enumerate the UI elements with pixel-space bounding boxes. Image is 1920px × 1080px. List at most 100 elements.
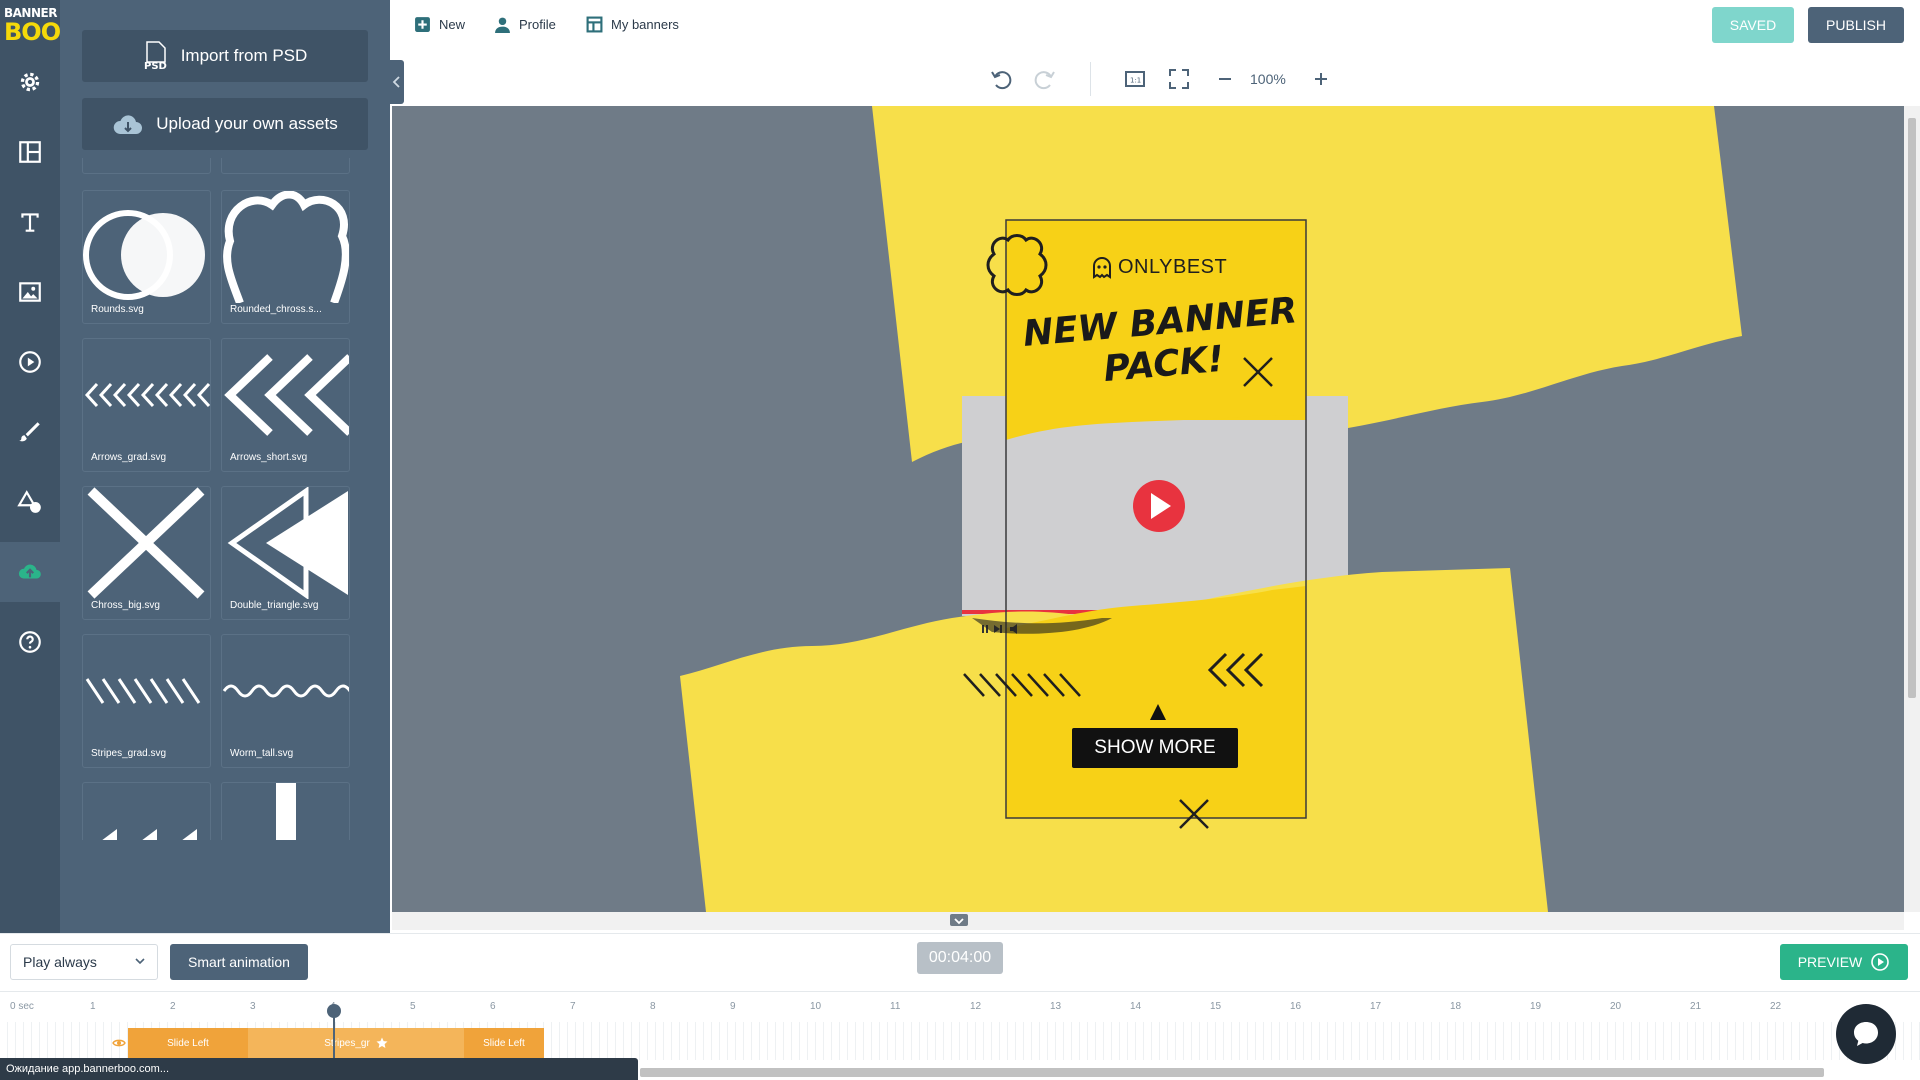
clip-label: Slide Left bbox=[167, 1037, 209, 1049]
timeline-clip[interactable]: Slide Left bbox=[128, 1028, 248, 1058]
assets-panel: PSD Import from PSD Upload your own asse… bbox=[60, 0, 390, 933]
tick-label: 13 bbox=[1050, 1001, 1062, 1012]
actual-size-icon: 1:1 bbox=[1125, 71, 1145, 87]
profile-label: Profile bbox=[519, 17, 556, 32]
saved-button[interactable]: SAVED bbox=[1712, 7, 1794, 43]
plus-icon bbox=[1315, 73, 1327, 85]
asset-caption: Worm_tall.svg bbox=[230, 748, 294, 759]
asset-tile-rounded-cross[interactable]: Rounded_chross.s... bbox=[221, 190, 350, 324]
profile-link[interactable]: Profile bbox=[494, 16, 556, 33]
tick-label: 2 bbox=[170, 1001, 176, 1012]
asset-caption: Double_triangle.svg bbox=[230, 600, 319, 611]
asset-tile[interactable] bbox=[82, 782, 211, 840]
logo-line-2: BOO bbox=[4, 18, 61, 46]
rail-layouts-button[interactable] bbox=[0, 122, 60, 182]
asset-caption: Rounded_chross.s... bbox=[230, 304, 322, 315]
assets-grid: Rounds.svg Rounded_chross.s... Arrows_gr… bbox=[82, 158, 372, 840]
tick-label: 7 bbox=[570, 1001, 576, 1012]
asset-tile-rounds[interactable]: Rounds.svg bbox=[82, 190, 211, 324]
asset-tile[interactable] bbox=[221, 158, 350, 174]
upload-assets-button[interactable]: Upload your own assets bbox=[82, 98, 368, 150]
asset-tile-stripes-grad[interactable]: Stripes_grad.svg bbox=[82, 634, 211, 768]
image-icon bbox=[19, 282, 41, 302]
collapse-panel-button[interactable] bbox=[390, 60, 404, 104]
play-mode-select[interactable]: Play always bbox=[10, 944, 158, 980]
my-banners-link[interactable]: My banners bbox=[586, 16, 679, 33]
banner-cta-button[interactable]: SHOW MORE bbox=[1072, 728, 1238, 768]
rail-help-button[interactable] bbox=[0, 612, 60, 672]
asset-tile-worm-tall[interactable]: Worm_tall.svg bbox=[221, 634, 350, 768]
triangles-thumbnail bbox=[102, 829, 197, 840]
asset-caption: Rounds.svg bbox=[91, 304, 144, 315]
redo-button[interactable] bbox=[1032, 66, 1058, 92]
asset-caption: Arrows_grad.svg bbox=[91, 452, 167, 463]
asset-tile-cross-big[interactable]: Chross_big.svg bbox=[82, 486, 211, 620]
preview-button[interactable]: PREVIEW bbox=[1780, 944, 1908, 980]
asset-tile[interactable] bbox=[221, 782, 350, 840]
psd-file-icon: PSD bbox=[144, 41, 167, 71]
minus-icon bbox=[1219, 78, 1231, 80]
help-icon bbox=[19, 631, 41, 653]
asset-tile[interactable] bbox=[82, 158, 211, 174]
scrollbar-thumb[interactable] bbox=[1908, 118, 1916, 698]
timeline-clip[interactable]: Slide Left bbox=[464, 1028, 544, 1058]
zoom-in-button[interactable] bbox=[1308, 66, 1334, 92]
rounds-thumbnail bbox=[83, 210, 205, 300]
fullscreen-icon bbox=[1169, 69, 1189, 89]
timeline-scrollbar-thumb[interactable] bbox=[640, 1068, 1824, 1077]
canvas-toolbar: 1:1 100% bbox=[404, 52, 1920, 106]
browser-status-bar: Ожидание app.bannerboo.com... bbox=[0, 1058, 638, 1080]
rail-draw-button[interactable] bbox=[0, 402, 60, 462]
canvas-horizontal-scrollbar[interactable] bbox=[392, 912, 1904, 930]
actual-size-button[interactable]: 1:1 bbox=[1122, 66, 1148, 92]
eye-icon[interactable] bbox=[112, 1036, 126, 1050]
rail-text-button[interactable] bbox=[0, 192, 60, 252]
new-banner-link[interactable]: New bbox=[414, 16, 465, 33]
brush-icon bbox=[19, 422, 40, 442]
canvas-vertical-scrollbar[interactable] bbox=[1904, 106, 1920, 912]
text-icon bbox=[21, 213, 39, 232]
tick-label: 8 bbox=[650, 1001, 656, 1012]
rail-shapes-button[interactable] bbox=[0, 472, 60, 532]
tick-label: 15 bbox=[1210, 1001, 1222, 1012]
import-psd-button[interactable]: PSD Import from PSD bbox=[82, 30, 368, 82]
user-icon bbox=[495, 17, 510, 33]
cloud-upload-icon bbox=[114, 115, 143, 134]
import-psd-label: Import from PSD bbox=[180, 46, 308, 65]
editor-canvas[interactable]: ONLYBEST NEW BANNER PACK! SHOW MORE bbox=[392, 106, 1904, 912]
timeline-clip[interactable]: Stripes_gr bbox=[248, 1028, 464, 1058]
bannerboo-logo[interactable]: BANNER BOO bbox=[4, 6, 61, 50]
asset-tile-arrows-short[interactable]: Arrows_short.svg bbox=[221, 338, 350, 472]
rail-uploads-button[interactable] bbox=[0, 542, 60, 602]
timeline-ruler[interactable]: 0 sec 1 2 3 4 5 6 7 8 9 10 11 12 13 14 1… bbox=[0, 992, 1920, 1022]
rail-images-button[interactable] bbox=[0, 262, 60, 322]
tick-label: 22 bbox=[1770, 1001, 1782, 1012]
left-rail: BANNER BOO bbox=[0, 0, 61, 933]
bar-thumbnail bbox=[276, 783, 296, 840]
timeline-toggle-handle[interactable] bbox=[950, 914, 968, 926]
asset-tile-double-triangle[interactable]: Double_triangle.svg bbox=[221, 486, 350, 620]
cross-big-thumbnail bbox=[87, 487, 205, 599]
publish-button[interactable]: PUBLISH bbox=[1808, 7, 1904, 43]
asset-tile-arrows-grad[interactable]: Arrows_grad.svg bbox=[82, 338, 211, 472]
banner-brand: ONLYBEST bbox=[1092, 256, 1227, 279]
asset-caption: Chross_big.svg bbox=[91, 600, 160, 611]
toolbar-divider bbox=[1090, 62, 1091, 96]
plus-square-icon bbox=[415, 17, 430, 32]
rail-video-button[interactable] bbox=[0, 332, 60, 392]
smart-animation-button[interactable]: Smart animation bbox=[170, 944, 308, 980]
tick-label: 18 bbox=[1450, 1001, 1462, 1012]
worm-tall-thumbnail bbox=[222, 684, 349, 698]
preview-label: PREVIEW bbox=[1797, 954, 1863, 970]
fit-screen-button[interactable] bbox=[1166, 66, 1192, 92]
rail-settings-button[interactable] bbox=[0, 52, 60, 112]
redo-icon bbox=[1034, 71, 1055, 90]
clip-label: Stripes_gr bbox=[324, 1037, 370, 1049]
cta-label: SHOW MORE bbox=[1094, 737, 1216, 758]
timeline-time: 00:04:00 bbox=[917, 942, 1003, 974]
chat-button[interactable] bbox=[1836, 1004, 1896, 1064]
zoom-out-button[interactable] bbox=[1212, 66, 1238, 92]
undo-button[interactable] bbox=[988, 66, 1014, 92]
cloud-upload-icon bbox=[18, 564, 41, 579]
new-label: New bbox=[439, 17, 466, 32]
